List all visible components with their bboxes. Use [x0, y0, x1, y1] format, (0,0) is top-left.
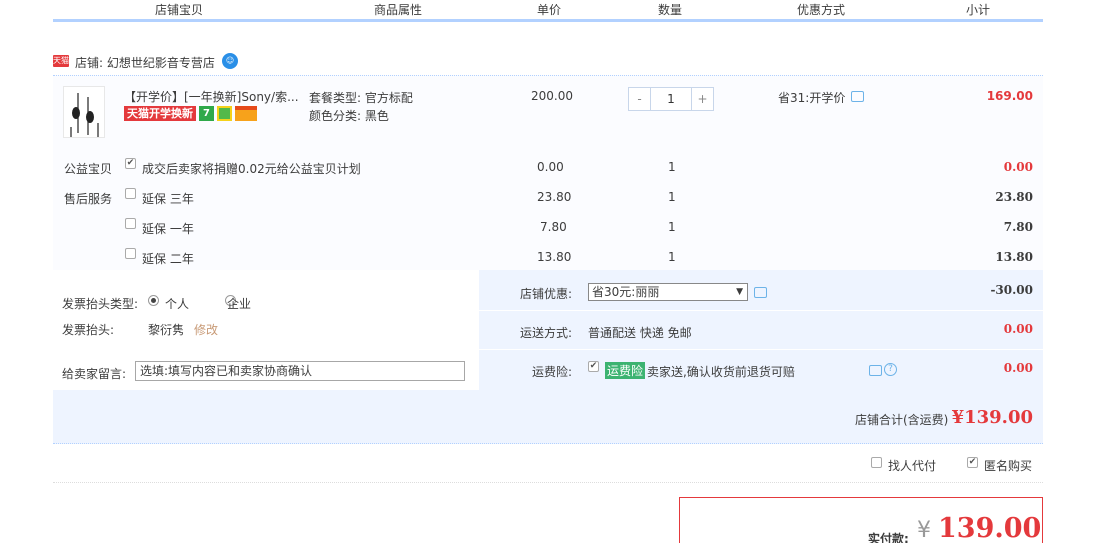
warranty-1y-qty: 1 [668, 220, 676, 234]
charity-label: 公益宝贝 [64, 162, 113, 176]
quantity-stepper: - 1 + [628, 87, 714, 111]
insurance-checkbox: ✔ [588, 361, 599, 372]
quantity-input[interactable]: 1 [650, 88, 692, 110]
divider [479, 310, 1043, 311]
dropdown-arrow-icon: ▼ [736, 287, 743, 297]
pay-label: 实付款: [868, 532, 909, 543]
product-thumbnail[interactable] [63, 86, 105, 138]
col-attr-header: 商品属性 [374, 3, 423, 17]
shop-total-amount: ¥139.00 [951, 407, 1033, 428]
charity-qty: 1 [668, 160, 676, 174]
charity-price: 0.00 [537, 160, 564, 174]
insurance-amount: 0.00 [1003, 361, 1033, 375]
col-item-header: 店铺宝贝 [155, 3, 204, 17]
comment-icon[interactable] [754, 287, 767, 298]
warranty-1y-subtotal: 7.80 [1003, 220, 1033, 234]
shop-discount-amount: -30.00 [990, 283, 1033, 297]
warranty-2y-price: 13.80 [537, 250, 572, 264]
divider [479, 349, 1043, 350]
seller-message-input[interactable]: 选填:填写内容已和卖家协商确认 [135, 361, 465, 381]
warranty-3y-qty: 1 [668, 190, 676, 204]
warranty-2y-checkbox[interactable] [125, 248, 136, 259]
table-header: 店铺宝贝 商品属性 单价 数量 优惠方式 小计 [53, 0, 1043, 22]
invoice-company-label[interactable]: 企业 [227, 295, 251, 312]
warranty-3y-checkbox[interactable] [125, 188, 136, 199]
shop-discount-select[interactable]: 省30元:丽丽 ▼ [588, 283, 748, 301]
shipping-value: 普通配送 快递 免邮 [588, 326, 692, 340]
warranty-2y-qty: 1 [668, 250, 676, 264]
attr-package: 套餐类型: 官方标配 [309, 91, 413, 105]
anonymous-label[interactable]: 匿名购买 [984, 457, 1032, 474]
pay-amount: 139.00 [938, 513, 1042, 543]
card-payment-icon[interactable] [235, 106, 257, 121]
charity-text: 成交后卖家将捐赠0.02元给公益宝贝计划 [142, 162, 361, 176]
charity-checkbox: ✔ [125, 158, 136, 169]
decrease-button[interactable]: - [629, 88, 650, 110]
warranty-3y-price: 23.80 [537, 190, 572, 204]
tmall-promo-badge[interactable]: 天猫开学换新 [124, 106, 196, 121]
shop-discount-label: 店铺优惠: [520, 287, 573, 301]
proxy-pay-label[interactable]: 找人代付 [888, 457, 936, 474]
invoice-edit-link[interactable]: 修改 [194, 321, 218, 338]
invoice-personal-label[interactable]: 个人 [165, 295, 189, 312]
warranty-1y-checkbox[interactable] [125, 218, 136, 229]
warranty-1y-label: 延保 一年 [142, 222, 194, 236]
comment-icon[interactable] [851, 91, 864, 102]
shop-discount-selected: 省30元:丽丽 [592, 285, 660, 299]
item-discount: 省31:开学价 [778, 91, 846, 105]
item-price: 200.00 [531, 89, 573, 103]
tmall-logo: 天猫 [53, 55, 69, 67]
col-discount-header: 优惠方式 [797, 3, 846, 17]
chat-icon[interactable]: ☺ [222, 53, 238, 69]
invoice-title-value: 黎衍隽 [148, 323, 185, 337]
warranty-3y-subtotal: 23.80 [995, 190, 1033, 204]
item-badges: 天猫开学换新 7 [124, 106, 257, 121]
shipping-amount: 0.00 [1003, 322, 1033, 336]
shipping-label: 运送方式: [520, 326, 573, 340]
seven-day-return-icon[interactable]: 7 [199, 106, 214, 121]
guarantee-icon[interactable] [217, 106, 232, 121]
message-label: 给卖家留言: [62, 367, 127, 381]
help-icon[interactable]: ? [884, 363, 897, 376]
anonymous-checkbox[interactable]: ✔ [967, 457, 978, 468]
col-price-header: 单价 [537, 3, 562, 17]
invoice-type-label: 发票抬头类型: [62, 297, 139, 311]
increase-button[interactable]: + [692, 88, 713, 110]
insurance-tag: 运费险 [605, 362, 646, 379]
attr-color: 颜色分类: 黑色 [309, 109, 389, 123]
invoice-personal-radio[interactable] [148, 295, 159, 306]
item-subtotal: 169.00 [986, 89, 1033, 103]
shop-total-label: 店铺合计(含运费) [855, 413, 949, 427]
comment-icon[interactable] [869, 365, 882, 376]
aftersale-label: 售后服务 [64, 192, 113, 206]
insurance-label: 运费险: [532, 365, 573, 379]
insurance-text: 卖家送,确认收货前退货可赔 [647, 365, 795, 379]
proxy-pay-checkbox[interactable] [871, 457, 882, 468]
warranty-2y-label: 延保 二年 [142, 252, 194, 266]
pay-currency: ¥ [917, 518, 931, 543]
col-qty-header: 数量 [658, 3, 683, 17]
shop-name[interactable]: 店铺: 幻想世纪影音专营店 [75, 54, 215, 71]
warranty-2y-subtotal: 13.80 [995, 250, 1033, 264]
col-subtotal-header: 小计 [966, 3, 991, 17]
item-title-link[interactable]: 【开学价】[一年换新]Sony/索... [124, 88, 299, 105]
invoice-title-label: 发票抬头: [62, 323, 115, 337]
warranty-1y-price: 7.80 [540, 220, 567, 234]
warranty-3y-label: 延保 三年 [142, 192, 194, 206]
charity-subtotal: 0.00 [1003, 160, 1033, 174]
